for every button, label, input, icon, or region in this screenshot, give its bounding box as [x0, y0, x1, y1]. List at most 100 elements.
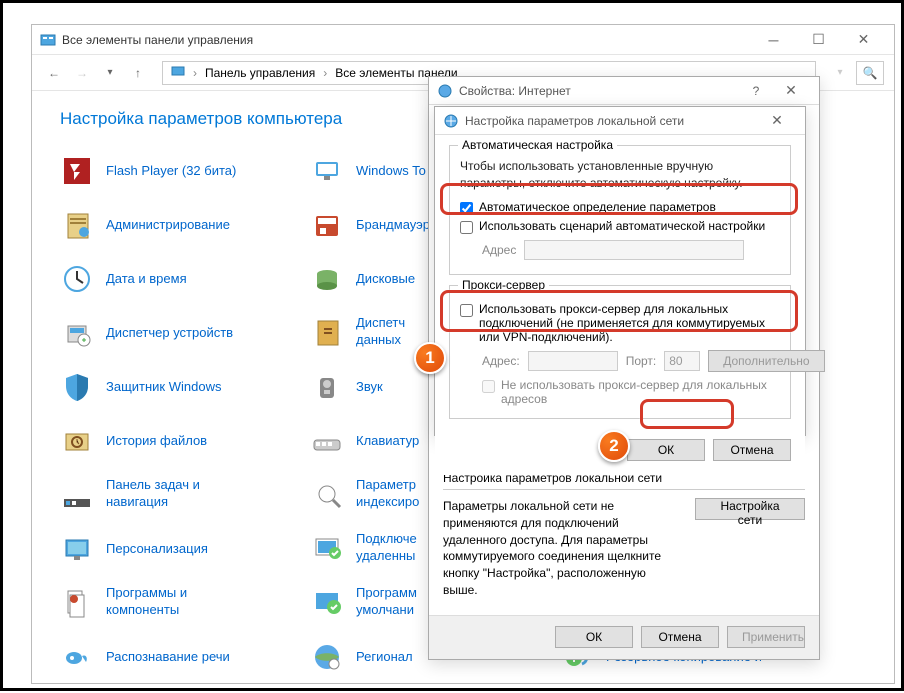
cp-icon [60, 532, 94, 566]
cp-icon [60, 154, 94, 188]
cp-label: Звук [356, 379, 383, 396]
cp-icon [310, 315, 344, 349]
cp-icon [310, 154, 344, 188]
cp-item[interactable]: Защитник Windows [60, 369, 290, 405]
proxy-port-input [664, 351, 700, 371]
cp-label: Программы икомпоненты [106, 585, 187, 619]
ok-button[interactable]: ОК [627, 439, 705, 461]
maximize-button[interactable]: ☐ [796, 26, 841, 54]
cp-label: Диспетчданных [356, 315, 405, 349]
cp-label: Регионал [356, 649, 413, 666]
dialog-titlebar: Настройка параметров локальной сети ✕ [435, 107, 805, 135]
breadcrumb-part1[interactable]: Панель управления [201, 66, 319, 80]
cp-label: Распознавание речи [106, 649, 230, 666]
cp-label: Клавиатур [356, 433, 419, 450]
cp-item[interactable]: Панель задач инавигация [60, 477, 290, 513]
cp-icon [60, 316, 94, 350]
cp-icon [310, 640, 344, 674]
cp-item[interactable]: Персонализация [60, 531, 290, 567]
cancel-button[interactable]: Отмена [641, 626, 719, 648]
cp-icon [310, 585, 344, 619]
titlebar: Все элементы панели управления ─ ☐ ✕ [32, 25, 894, 55]
cp-item[interactable]: Дата и время [60, 261, 290, 297]
help-button[interactable]: ? [741, 84, 771, 98]
breadcrumb-sep: › [319, 66, 331, 80]
cp-icon [310, 262, 344, 296]
use-proxy-checkbox[interactable] [460, 304, 473, 317]
cp-icon [310, 208, 344, 242]
refresh-dropdown[interactable]: ▾ [828, 61, 852, 85]
cp-label: Параметриндексиро [356, 477, 419, 511]
cp-icon [60, 640, 94, 674]
cp-icon [60, 585, 94, 619]
window-title: Все элементы панели управления [62, 33, 751, 47]
bypass-local-checkbox [482, 380, 495, 393]
script-address-input [524, 240, 744, 260]
callout-1: 1 [414, 342, 446, 374]
cp-icon [310, 370, 344, 404]
apply-button[interactable]: Применить [727, 626, 805, 648]
use-proxy-label: Использовать прокси-сервер для локальных… [479, 302, 780, 344]
cp-label: Программумолчани [356, 585, 417, 619]
proxy-group: Прокси-сервер Использовать прокси-сервер… [449, 285, 791, 419]
auto-script-checkbox[interactable] [460, 221, 473, 234]
cp-label: Защитник Windows [106, 379, 221, 396]
auto-detect-checkbox[interactable] [460, 202, 473, 215]
recent-dropdown[interactable]: ▾ [98, 61, 122, 85]
network-icon [443, 113, 459, 129]
use-proxy-checkbox-row[interactable]: Использовать прокси-сервер для локальных… [460, 302, 780, 344]
lan-settings-dialog: Настройка параметров локальной сети ✕ Ав… [434, 106, 806, 436]
search-input[interactable]: 🔍 [856, 61, 884, 85]
cp-item[interactable]: История файлов [60, 423, 290, 459]
dialog-footer: ОК Отмена Применить [429, 615, 819, 658]
cp-item[interactable]: Администрирование [60, 207, 290, 243]
callout-2: 2 [598, 430, 630, 462]
breadcrumb-icon [167, 64, 189, 81]
up-button[interactable]: ↑ [126, 61, 150, 85]
back-button[interactable]: ← [42, 61, 66, 85]
forward-button[interactable]: → [70, 61, 94, 85]
divider [443, 489, 805, 490]
cp-item[interactable]: Распознавание речи [60, 639, 290, 675]
close-button[interactable]: ✕ [841, 26, 886, 54]
cp-item[interactable]: Flash Player (32 бита) [60, 153, 290, 189]
auto-config-group: Автоматическая настройка Чтобы использов… [449, 145, 791, 275]
control-panel-icon [40, 32, 56, 48]
cp-icon [60, 370, 94, 404]
proxy-address-input [528, 351, 618, 371]
lan-settings-button[interactable]: Настройка сети [695, 498, 805, 520]
cp-icon [60, 208, 94, 242]
bypass-local-checkbox-row: Не использовать прокси-сервер для локаль… [482, 378, 780, 406]
cp-icon [60, 262, 94, 296]
cp-label: Администрирование [106, 217, 230, 234]
cp-item[interactable]: Программы икомпоненты [60, 585, 290, 621]
cp-icon [310, 477, 344, 511]
auto-script-label: Использовать сценарий автоматической нас… [479, 219, 765, 233]
address-label: Адрес [482, 243, 516, 257]
close-button[interactable]: ✕ [757, 112, 797, 129]
advanced-button: Дополнительно [708, 350, 824, 372]
cp-icon [310, 424, 344, 458]
cancel-button[interactable]: Отмена [713, 439, 791, 461]
auto-script-checkbox-row[interactable]: Использовать сценарий автоматической нас… [460, 219, 780, 234]
cp-label: Персонализация [106, 541, 208, 558]
minimize-button[interactable]: ─ [751, 26, 796, 54]
cp-icon [60, 477, 94, 511]
ok-button[interactable]: ОК [555, 626, 633, 648]
cp-label: Брандмауэр [356, 217, 430, 234]
lan-section-text: Параметры локальной сети не применяются … [443, 498, 683, 599]
close-button[interactable]: ✕ [771, 82, 811, 99]
cp-icon [310, 531, 344, 565]
auto-detect-checkbox-row[interactable]: Автоматическое определение параметров [460, 200, 780, 215]
cp-label: Диспетчер устройств [106, 325, 233, 342]
internet-icon [437, 83, 453, 99]
group-title: Автоматическая настройка [458, 138, 617, 152]
cp-item[interactable]: Диспетчер устройств [60, 315, 290, 351]
cp-label: Дата и время [106, 271, 187, 288]
group-title: Прокси-сервер [458, 278, 549, 292]
proxy-port-label: Порт: [626, 354, 657, 368]
breadcrumb-sep: › [189, 66, 201, 80]
bypass-local-label: Не использовать прокси-сервер для локаль… [501, 378, 780, 406]
proxy-address-label: Адрес: [482, 354, 520, 368]
auto-config-text: Чтобы использовать установленные вручную… [460, 158, 780, 192]
